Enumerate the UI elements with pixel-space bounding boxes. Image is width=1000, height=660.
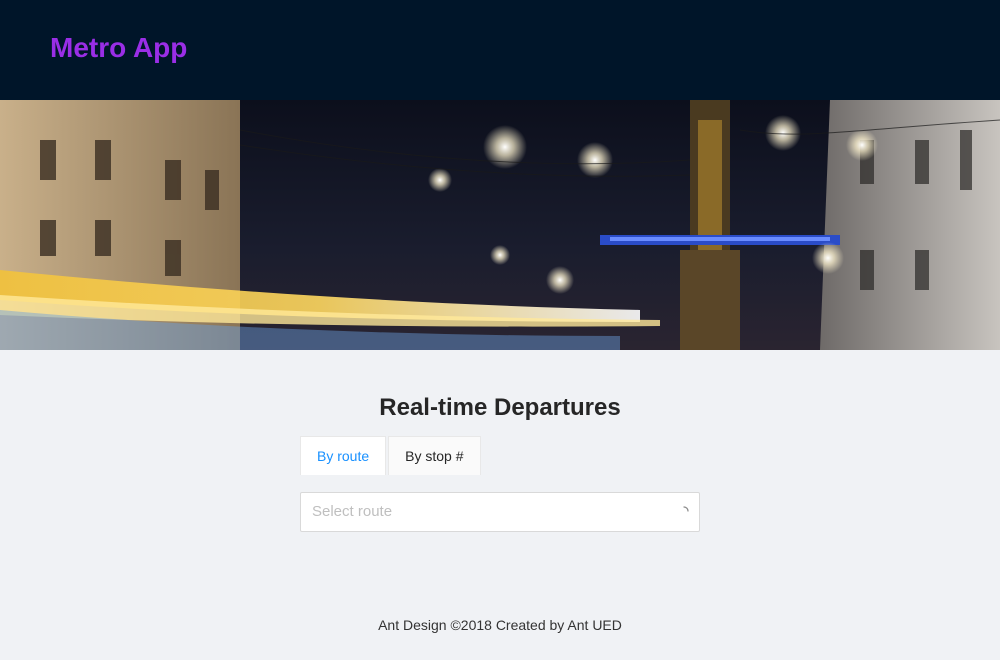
hero-banner-image	[0, 100, 1000, 350]
route-select-placeholder: Select route	[312, 503, 393, 520]
departure-tabs: By route By stop #	[300, 436, 483, 476]
app-header: Metro App	[0, 0, 1000, 100]
page-title: Real-time Departures	[379, 394, 621, 421]
tab-by-stop[interactable]: By stop #	[388, 436, 481, 475]
tab-by-route[interactable]: By route	[300, 436, 387, 475]
hero-image	[0, 100, 1000, 350]
route-select[interactable]: Select route	[300, 492, 700, 532]
app-logo-text[interactable]: Metro App	[50, 31, 187, 65]
loading-spinner-icon	[683, 506, 689, 512]
footer-credit: Ant Design ©2018 Created by Ant UED	[378, 617, 622, 633]
